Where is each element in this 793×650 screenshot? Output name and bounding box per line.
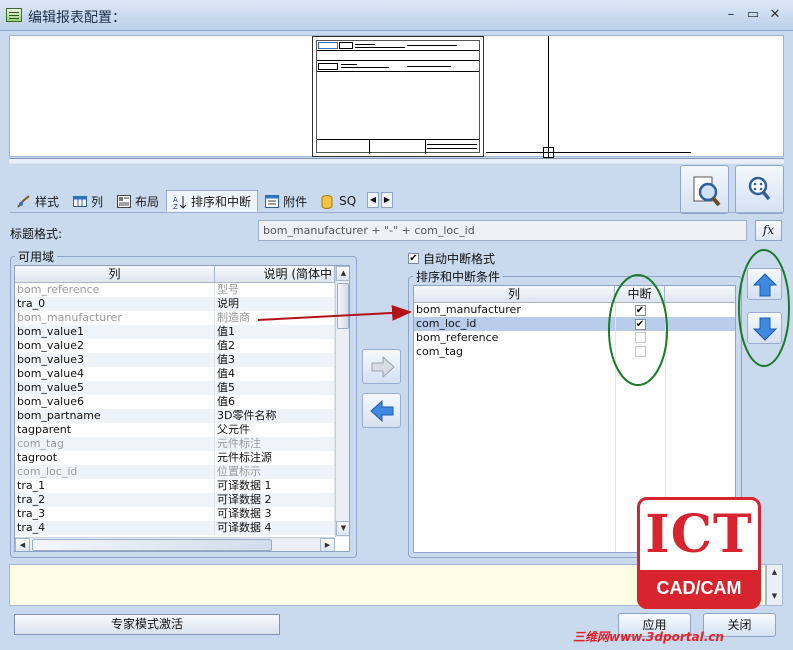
ict-watermark-logo: ICT CAD/CAM <box>637 497 761 609</box>
expert-mode-button[interactable]: 专家模式激活 <box>14 614 280 635</box>
watermark-cadcam-text: CAD/CAM <box>640 570 758 606</box>
scroll-down-arrow-icon[interactable]: ▼ <box>767 589 782 603</box>
annotation-arrow <box>257 304 412 321</box>
annotation-ellipse-break <box>608 274 668 386</box>
watermark-ict-text: ICT <box>645 504 753 565</box>
message-scrollbar[interactable]: ▲ ▼ <box>766 564 783 606</box>
watermark-url: 三维网www.3dportal.cn <box>573 630 724 644</box>
scroll-up-arrow-icon[interactable]: ▲ <box>767 565 782 579</box>
annotation-ellipse-updown <box>738 249 790 367</box>
